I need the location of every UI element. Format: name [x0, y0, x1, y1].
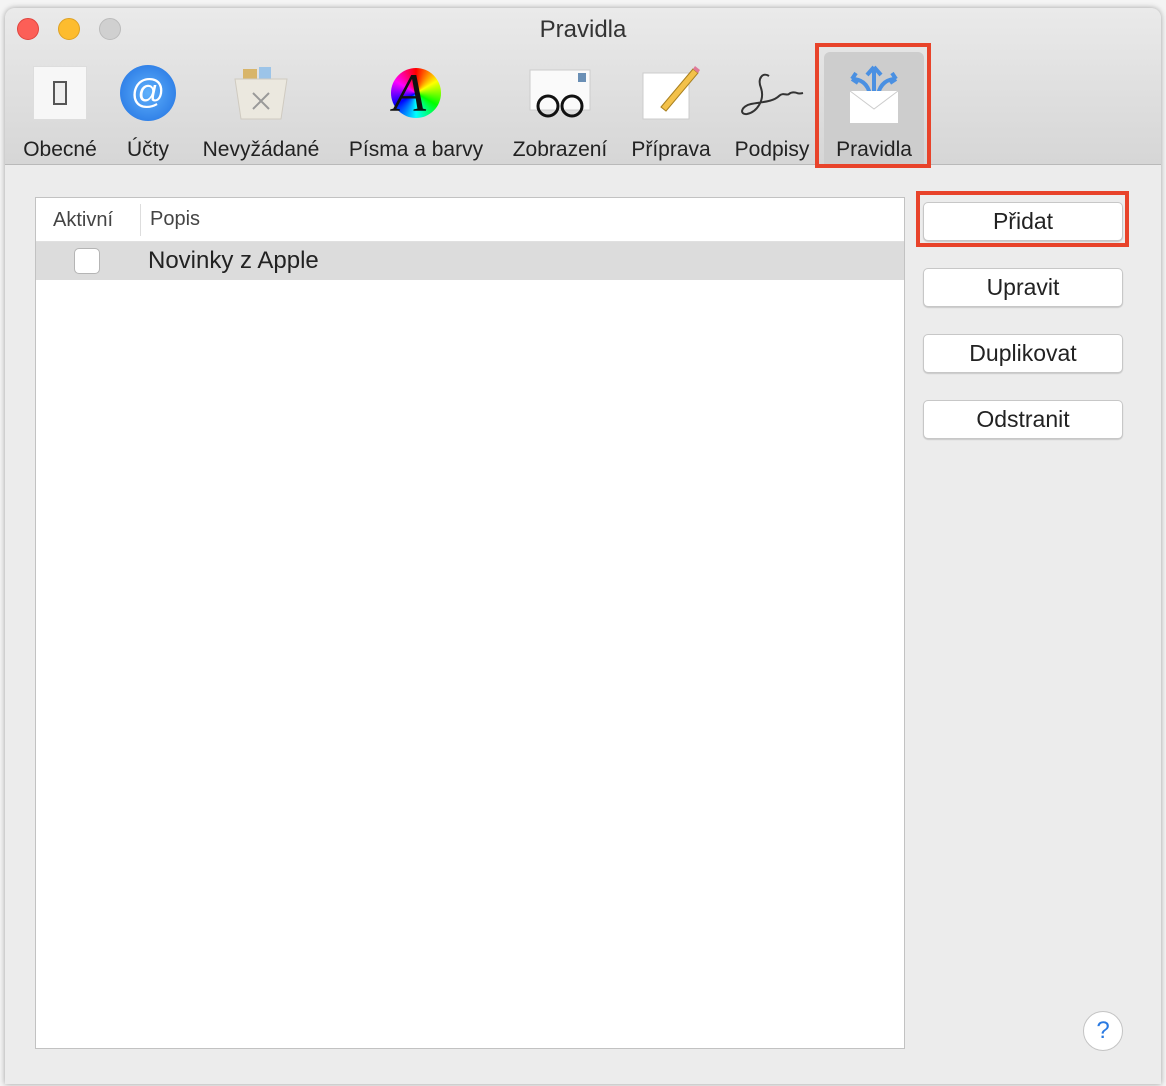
- preferences-window: Pravidla Obecné @ Účty Nevyžádané A Písm…: [5, 8, 1161, 1084]
- highlight-box-add: [916, 191, 1129, 247]
- font-color-icon: A: [391, 58, 441, 128]
- duplicate-button[interactable]: Duplikovat: [923, 334, 1123, 373]
- window-title: Pravidla: [539, 16, 627, 43]
- active-checkbox[interactable]: [74, 248, 100, 274]
- table-row[interactable]: Novinky z Apple: [36, 242, 904, 280]
- column-header-active[interactable]: Aktivní: [36, 203, 141, 236]
- signature-icon: [739, 58, 805, 128]
- tab-obecne[interactable]: Obecné: [15, 52, 105, 162]
- highlight-box-pravidla: [815, 43, 931, 168]
- tab-priprava[interactable]: Příprava: [627, 52, 715, 162]
- table-header: Aktivní Popis: [36, 198, 904, 242]
- tab-nevyzadane[interactable]: Nevyžádané: [195, 52, 327, 162]
- help-button[interactable]: ?: [1083, 1011, 1123, 1051]
- tab-podpisy[interactable]: Podpisy: [729, 52, 815, 162]
- rules-table: Aktivní Popis Novinky z Apple: [35, 197, 905, 1049]
- remove-button[interactable]: Odstranit: [923, 400, 1123, 439]
- glasses-letter-icon: [528, 58, 592, 128]
- rule-description: Novinky z Apple: [148, 247, 319, 274]
- tab-pisma-a-barvy[interactable]: A Písma a barvy: [341, 52, 491, 162]
- junk-bin-icon: [233, 58, 289, 128]
- edit-button[interactable]: Upravit: [923, 268, 1123, 307]
- tab-zobrazeni[interactable]: Zobrazení: [505, 52, 615, 162]
- at-icon: @: [120, 58, 176, 128]
- column-header-description[interactable]: Popis: [141, 208, 200, 231]
- switch-icon: [33, 58, 87, 128]
- tab-ucty[interactable]: @ Účty: [110, 52, 186, 162]
- pencil-paper-icon: [641, 58, 701, 128]
- toolbar: Pravidla Obecné @ Účty Nevyžádané A Písm…: [5, 8, 1161, 168]
